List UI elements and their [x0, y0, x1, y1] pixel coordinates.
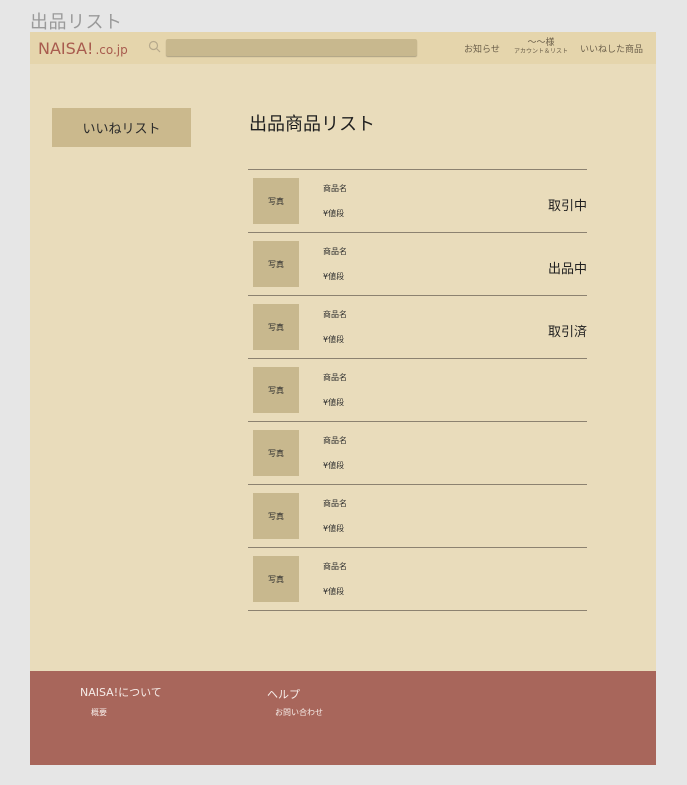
product-status: 取引済 — [547, 325, 587, 340]
product-row[interactable]: 写真 商品名 ¥値段 取引済 — [248, 296, 587, 359]
product-name[interactable]: 商品名 — [323, 183, 347, 194]
product-name[interactable]: 商品名 — [323, 372, 347, 383]
product-price: ¥値段 — [323, 272, 345, 281]
search-input[interactable] — [166, 39, 417, 56]
product-price: ¥値段 — [323, 524, 345, 533]
page-label: 出品リスト — [30, 12, 123, 33]
product-photo[interactable]: 写真 — [253, 493, 299, 539]
footer-contact-link[interactable]: お問い合わせ — [275, 707, 323, 718]
page-title: 出品商品リスト — [249, 114, 375, 135]
search-icon[interactable] — [148, 40, 161, 53]
product-photo[interactable]: 写真 — [253, 241, 299, 287]
product-row[interactable]: 写真 商品名 ¥値段 — [248, 359, 587, 422]
footer-overview-link[interactable]: 概要 — [91, 707, 107, 718]
logo-domain: .co.jp — [95, 43, 128, 57]
account-sub-label: アカウント＆リスト — [513, 48, 568, 55]
product-list: 写真 商品名 ¥値段 取引中 写真 商品名 ¥値段 出品中 写真 商品名 ¥値段… — [248, 169, 587, 611]
product-price: ¥値段 — [323, 461, 345, 470]
product-row[interactable]: 写真 商品名 ¥値段 — [248, 422, 587, 485]
product-photo[interactable]: 写真 — [253, 430, 299, 476]
nav-news-link[interactable]: お知らせ — [464, 42, 500, 55]
product-status: 出品中 — [547, 262, 587, 277]
product-name[interactable]: 商品名 — [323, 309, 347, 320]
product-photo[interactable]: 写真 — [253, 367, 299, 413]
product-row[interactable]: 写真 商品名 ¥値段 取引中 — [248, 170, 587, 233]
product-row[interactable]: 写真 商品名 ¥値段 — [248, 548, 587, 611]
product-name[interactable]: 商品名 — [323, 561, 347, 572]
product-price: ¥値段 — [323, 398, 345, 407]
product-price: ¥値段 — [323, 335, 345, 344]
product-name[interactable]: 商品名 — [323, 435, 347, 446]
product-photo[interactable]: 写真 — [253, 556, 299, 602]
product-name[interactable]: 商品名 — [323, 498, 347, 509]
site-logo[interactable]: NAISA! .co.jp — [38, 39, 128, 58]
product-photo[interactable]: 写真 — [253, 178, 299, 224]
account-name: 〜〜様 — [527, 38, 555, 48]
footer-help-heading[interactable]: ヘルプ — [267, 686, 300, 702]
like-list-button[interactable]: いいねリスト — [52, 108, 191, 147]
product-status: 取引中 — [547, 199, 587, 214]
footer: NAISA!について 概要 ヘルプ お問い合わせ — [30, 671, 656, 765]
nav-account-menu[interactable]: 〜〜様 アカウント＆リスト — [508, 38, 574, 56]
product-row[interactable]: 写真 商品名 ¥値段 出品中 — [248, 233, 587, 296]
product-price: ¥値段 — [323, 209, 345, 218]
page-frame: NAISA! .co.jp お知らせ 〜〜様 アカウント＆リスト いいねした商品 … — [30, 32, 656, 765]
product-name[interactable]: 商品名 — [323, 246, 347, 257]
nav-liked-items-link[interactable]: いいねした商品 — [580, 42, 643, 55]
footer-about-heading[interactable]: NAISA!について — [80, 684, 162, 700]
product-price: ¥値段 — [323, 587, 345, 596]
product-photo[interactable]: 写真 — [253, 304, 299, 350]
logo-text: NAISA! — [38, 39, 94, 58]
product-row[interactable]: 写真 商品名 ¥値段 — [248, 485, 587, 548]
header: NAISA! .co.jp お知らせ 〜〜様 アカウント＆リスト いいねした商品 — [30, 32, 656, 64]
